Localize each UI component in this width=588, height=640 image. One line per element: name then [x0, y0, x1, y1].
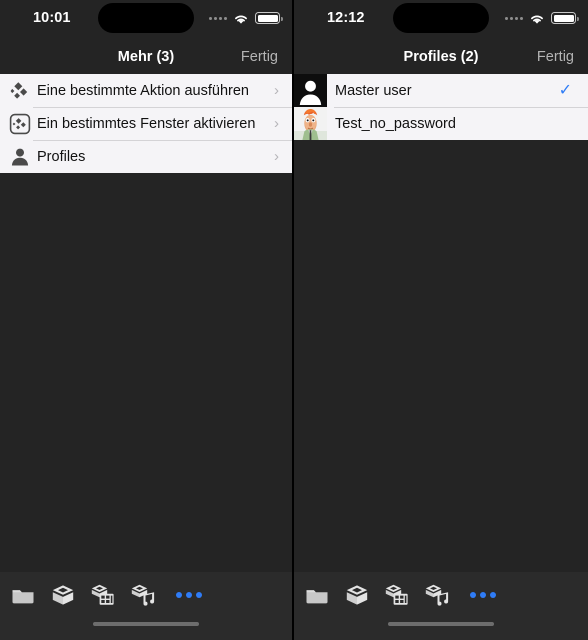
more-dots-icon[interactable] — [176, 592, 202, 598]
music-icon[interactable] — [130, 582, 156, 608]
home-indicator[interactable] — [93, 622, 199, 626]
home-indicator-area — [0, 618, 292, 640]
status-indicators — [209, 12, 283, 24]
kodi-window-icon — [8, 112, 32, 136]
wifi-icon — [529, 12, 545, 24]
status-bar: 12:12 — [294, 0, 588, 40]
music-icon[interactable] — [424, 582, 450, 608]
list-item-label: Profiles — [37, 148, 86, 165]
status-time: 10:01 — [33, 10, 71, 26]
dynamic-island — [393, 3, 489, 33]
battery-icon — [551, 12, 579, 24]
profile-name: Master user — [335, 82, 412, 99]
profile-name: Test_no_password — [335, 115, 456, 132]
person-icon — [8, 145, 32, 169]
chevron-right-icon: › — [274, 115, 279, 132]
list-item-label: Ein bestimmtes Fenster aktivieren — [37, 115, 256, 132]
more-menu-list: Eine bestimmte Aktion ausführen › Ein be… — [0, 74, 292, 173]
files-folder-icon[interactable] — [10, 582, 36, 608]
kodi-logo-icon — [8, 79, 32, 103]
status-indicators — [505, 12, 579, 24]
list-item-profile-master-user[interactable]: Master user ✓ — [294, 74, 588, 107]
dual-screenshot-stage: 10:01 Mehr (3) Fertig Eine bestimmte Akt… — [0, 0, 588, 640]
list-item-profiles[interactable]: Profiles › — [0, 140, 292, 173]
bottom-toolbar — [294, 572, 588, 618]
movies-icon[interactable] — [384, 582, 410, 608]
checkmark-icon: ✓ — [558, 81, 572, 99]
files-folder-icon[interactable] — [304, 582, 330, 608]
battery-icon — [255, 12, 283, 24]
phone-screen-more-menu: 10:01 Mehr (3) Fertig Eine bestimmte Akt… — [0, 0, 294, 640]
page-title: Profiles (2) — [403, 49, 479, 65]
dynamic-island — [98, 3, 194, 33]
wifi-icon — [233, 12, 249, 24]
cellular-signal-icon — [209, 16, 227, 20]
navigation-bar: Profiles (2) Fertig — [294, 40, 588, 74]
status-time: 12:12 — [327, 10, 365, 26]
empty-content-area — [0, 173, 292, 572]
home-indicator[interactable] — [388, 622, 494, 626]
list-item-activate-window[interactable]: Ein bestimmtes Fenster aktivieren › — [0, 107, 292, 140]
done-button[interactable]: Fertig — [241, 49, 278, 65]
list-item-profile-test-no-password[interactable]: Test_no_password — [294, 107, 588, 140]
more-dots-icon[interactable] — [470, 592, 496, 598]
phone-screen-profiles: 12:12 Profiles (2) Fertig Master user ✓ … — [294, 0, 588, 640]
page-title: Mehr (3) — [117, 49, 175, 65]
kodi-box-icon[interactable] — [344, 582, 370, 608]
default-user-avatar — [294, 74, 327, 107]
profiles-list: Master user ✓ Test_no_password — [294, 74, 588, 140]
chevron-right-icon: › — [274, 82, 279, 99]
empty-content-area — [294, 140, 588, 572]
list-item-label: Eine bestimmte Aktion ausführen — [37, 82, 249, 99]
kodi-box-icon[interactable] — [50, 582, 76, 608]
home-indicator-area — [294, 618, 588, 640]
status-bar: 10:01 — [0, 0, 292, 40]
movies-icon[interactable] — [90, 582, 116, 608]
list-item-perform-action[interactable]: Eine bestimmte Aktion ausführen › — [0, 74, 292, 107]
navigation-bar: Mehr (3) Fertig — [0, 40, 292, 74]
cellular-signal-icon — [505, 16, 523, 20]
beaker-character-avatar — [294, 107, 327, 140]
done-button[interactable]: Fertig — [537, 49, 574, 65]
bottom-toolbar — [0, 572, 292, 618]
chevron-right-icon: › — [274, 148, 279, 165]
